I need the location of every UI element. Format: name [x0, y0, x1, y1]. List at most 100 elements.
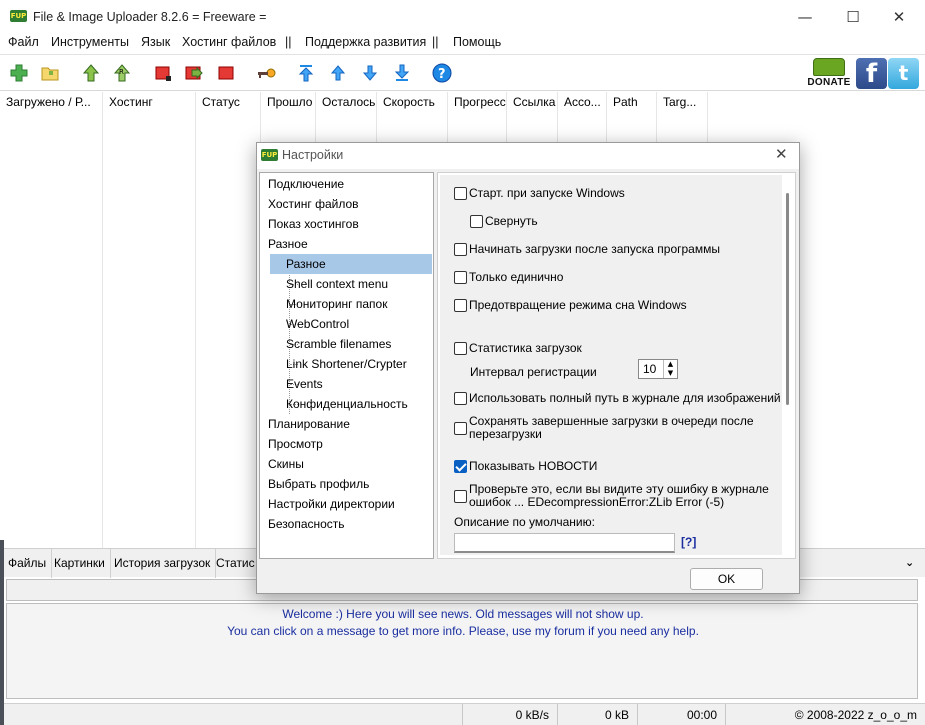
menu-help[interactable]: Помощь: [453, 35, 501, 49]
tree-item-shell-context-menu[interactable]: Shell context menu: [270, 274, 432, 294]
help-icon[interactable]: ?: [432, 63, 452, 83]
tab-images[interactable]: Картинки: [49, 549, 111, 578]
donate-label: DONATE: [807, 77, 851, 88]
tree-item-directory-settings[interactable]: Настройки директории: [268, 494, 395, 514]
tab-files[interactable]: Файлы: [3, 549, 53, 578]
title-bar: FUP File & Image Uploader 8.2.6 = Freewa…: [0, 0, 925, 34]
add-icon[interactable]: [9, 63, 29, 83]
app-icon: FUP: [10, 10, 27, 22]
option-label: Только единично: [469, 270, 564, 284]
menu-file[interactable]: Файл: [8, 35, 39, 49]
move-top-icon[interactable]: [296, 63, 316, 83]
settings-tree[interactable]: Подключение Хостинг файлов Показ хостинг…: [259, 172, 434, 559]
app-icon: FUP: [261, 149, 278, 161]
status-size: 0 kB: [557, 704, 637, 725]
move-down-icon[interactable]: [360, 63, 380, 83]
status-copyright: © 2008-2022 z_o_o_m: [725, 704, 925, 725]
tree-item-scramble-filenames[interactable]: Scramble filenames: [270, 334, 432, 354]
option-label: ошибок ... EDecompressionError:ZLib Erro…: [469, 495, 725, 509]
settings-panel-content: Старт. при запуске Windows Свернуть Начи…: [440, 175, 782, 555]
menu-support-development[interactable]: Поддержка развития: [305, 35, 426, 49]
spin-up-icon[interactable]: ▲: [663, 360, 677, 369]
column-status[interactable]: Статус: [196, 92, 261, 548]
open-folder-icon[interactable]: [40, 63, 60, 83]
default-description-input[interactable]: [454, 533, 675, 553]
tree-item-view[interactable]: Просмотр: [268, 434, 323, 454]
dialog-title-bar: FUP Настройки ✕: [257, 143, 799, 169]
checkbox[interactable]: [454, 187, 467, 200]
tree-item-skins[interactable]: Скины: [268, 454, 304, 474]
panel-scrollbar[interactable]: [786, 193, 789, 405]
tree-item-show-hostings[interactable]: Показ хостингов: [268, 214, 359, 234]
news-line[interactable]: Welcome :) Here you will see news. Old m…: [7, 607, 919, 621]
tree-item-file-hosting[interactable]: Хостинг файлов: [268, 194, 359, 214]
upload-all-icon[interactable]: R: [112, 63, 132, 83]
spin-down-icon[interactable]: ▼: [663, 369, 677, 378]
stop-icon[interactable]: [153, 63, 173, 83]
minimize-button[interactable]: —: [782, 4, 828, 30]
interval-label: Интервал регистрации: [470, 365, 597, 379]
menu-tools[interactable]: Инструменты: [51, 35, 129, 49]
key-icon[interactable]: [256, 63, 276, 83]
menu-language[interactable]: Язык: [141, 35, 170, 49]
option-label: Предотвращение режима сна Windows: [469, 298, 687, 312]
tree-item-misc-general[interactable]: Разное: [270, 254, 432, 274]
tree-item-webcontrol[interactable]: WebControl: [270, 314, 432, 334]
tree-item-privacy[interactable]: Конфиденциальность: [270, 394, 432, 414]
menu-file-hosting[interactable]: Хостинг файлов: [182, 35, 276, 49]
tree-item-scheduling[interactable]: Планирование: [268, 414, 350, 434]
checkbox[interactable]: [454, 490, 467, 503]
checkbox[interactable]: [470, 215, 483, 228]
dialog-close-button[interactable]: ✕: [775, 145, 788, 163]
twitter-icon[interactable]: t: [888, 58, 919, 89]
interval-stepper[interactable]: 10 ▲ ▼: [638, 359, 678, 379]
status-bar: 0 kB/s 0 kB 00:00 © 2008-2022 z_o_o_m: [0, 703, 925, 725]
tab-statistics[interactable]: Статис: [211, 549, 261, 578]
donate-button[interactable]: DONATE: [805, 58, 853, 88]
checkbox[interactable]: [454, 342, 467, 355]
checkbox[interactable]: [454, 460, 467, 473]
help-link[interactable]: [?]: [681, 535, 696, 549]
stop-all-icon[interactable]: [216, 63, 236, 83]
option-label: Показывать НОВОСТИ: [469, 459, 598, 473]
checkbox[interactable]: [454, 243, 467, 256]
checkbox[interactable]: [454, 422, 467, 435]
move-icon[interactable]: [184, 63, 204, 83]
maximize-button[interactable]: ☐: [830, 4, 876, 30]
checkbox[interactable]: [454, 392, 467, 405]
menu-bar: Файл Инструменты Язык Хостинг файлов || …: [0, 34, 925, 53]
news-line[interactable]: You can click on a message to get more i…: [7, 624, 919, 638]
coins-icon: [813, 58, 845, 76]
tree-item-security[interactable]: Безопасность: [268, 514, 345, 534]
checkbox[interactable]: [454, 271, 467, 284]
collapse-icon[interactable]: ⌄: [905, 556, 914, 569]
tree-item-misc[interactable]: Разное: [268, 234, 308, 254]
tree-item-events[interactable]: Events: [270, 374, 432, 394]
tree-item-folder-monitoring[interactable]: Мониторинг папок: [270, 294, 432, 314]
status-time: 00:00: [637, 704, 725, 725]
column-uploaded[interactable]: Загружено / Р...: [0, 92, 103, 548]
desktop-background: [0, 540, 4, 725]
option-label: Статистика загрузок: [469, 341, 582, 355]
tree-item-choose-profile[interactable]: Выбрать профиль: [268, 474, 369, 494]
option-label: Старт. при запуске Windows: [469, 186, 625, 200]
svg-text:?: ?: [438, 67, 446, 82]
checkbox[interactable]: [454, 299, 467, 312]
close-button[interactable]: ✕: [876, 4, 922, 30]
settings-panel: Старт. при запуске Windows Свернуть Начи…: [437, 172, 796, 559]
column-hosting[interactable]: Хостинг: [103, 92, 196, 548]
upload-icon[interactable]: [81, 63, 101, 83]
facebook-icon[interactable]: f: [856, 58, 887, 89]
tab-upload-history[interactable]: История загрузок: [109, 549, 217, 578]
move-up-icon[interactable]: [328, 63, 348, 83]
interval-value: 10: [643, 362, 657, 376]
ok-button[interactable]: OK: [690, 568, 763, 590]
option-label: Свернуть: [485, 214, 538, 228]
dialog-title: Настройки: [282, 148, 344, 162]
news-panel[interactable]: Welcome :) Here you will see news. Old m…: [6, 603, 918, 699]
toolbar: R ? DONATE f t: [0, 54, 925, 91]
move-bottom-icon[interactable]: [392, 63, 412, 83]
tree-item-connection[interactable]: Подключение: [268, 174, 344, 194]
tree-item-link-shortener[interactable]: Link Shortener/Crypter: [270, 354, 432, 374]
menu-separator: ||: [285, 35, 292, 49]
